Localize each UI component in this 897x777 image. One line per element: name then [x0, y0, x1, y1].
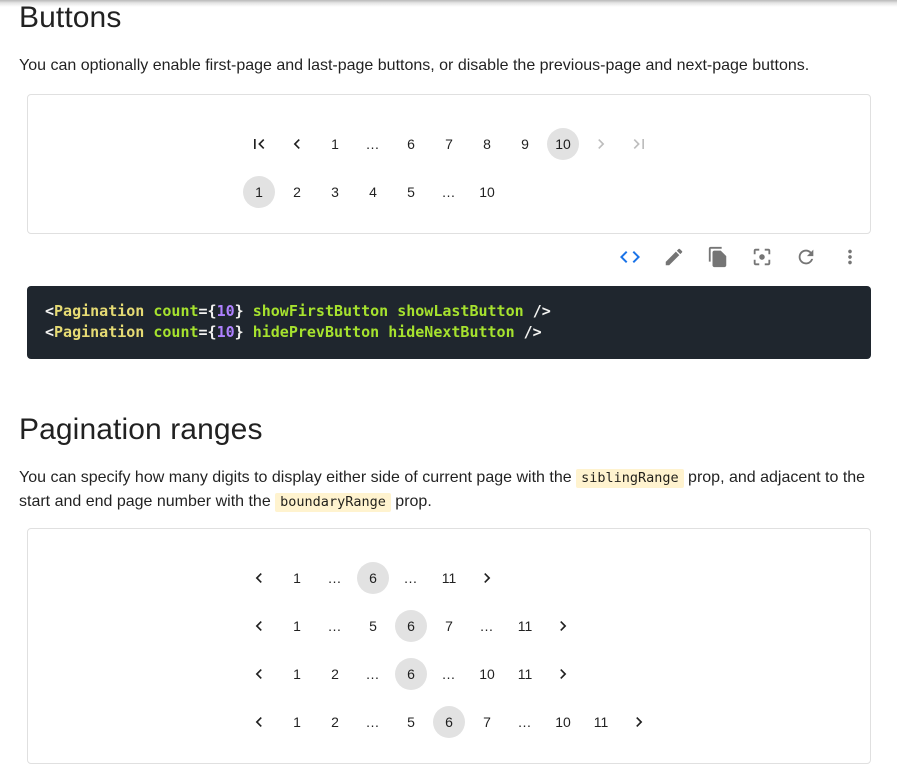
next-page-icon — [553, 616, 573, 636]
page-button[interactable]: 7 — [471, 706, 503, 738]
more-vert-icon[interactable] — [838, 245, 862, 269]
page-button-selected[interactable]: 6 — [433, 706, 465, 738]
last-page-button[interactable] — [623, 128, 655, 160]
prev-page-icon — [249, 568, 269, 588]
page-button[interactable]: 11 — [585, 706, 617, 738]
ranges-demo-frame: 1…6…111…567…1112…6…101112…567…1011 — [27, 528, 871, 764]
next-page-icon — [629, 712, 649, 732]
code-line: <Pagination count={10} showFirstButton s… — [45, 301, 853, 322]
prev-page-button[interactable] — [243, 706, 275, 738]
code-block: <Pagination count={10} showFirstButton s… — [27, 286, 871, 359]
prev-page-icon — [249, 616, 269, 636]
page-button[interactable]: 11 — [433, 562, 465, 594]
buttons-section-heading: Buttons — [19, 0, 876, 35]
page-button-selected[interactable]: 6 — [357, 562, 389, 594]
inline-code: siblingRange — [576, 469, 684, 488]
pagination-ellipsis: … — [319, 562, 351, 594]
next-page-icon — [477, 568, 497, 588]
page-button-selected[interactable]: 6 — [395, 610, 427, 642]
page-button[interactable]: 6 — [395, 128, 427, 160]
reset-focus-icon[interactable] — [750, 245, 774, 269]
code-line: <Pagination count={10} hidePrevButton hi… — [45, 322, 853, 343]
prev-page-icon — [287, 134, 307, 154]
page-button[interactable]: 5 — [395, 176, 427, 208]
pagination-row: 12345…10 — [240, 176, 506, 208]
page-button[interactable]: 5 — [395, 706, 427, 738]
page-button[interactable]: 10 — [547, 706, 579, 738]
page-button[interactable]: 4 — [357, 176, 389, 208]
prev-page-button[interactable] — [243, 658, 275, 690]
show-code-icon[interactable] — [618, 245, 642, 269]
page-button-selected[interactable]: 10 — [547, 128, 579, 160]
page-button[interactable]: 9 — [509, 128, 541, 160]
pagination-ellipsis: … — [319, 610, 351, 642]
buttons-section-description: You can optionally enable first-page and… — [19, 54, 876, 78]
prev-page-button[interactable] — [243, 562, 275, 594]
pagination-row: 1…6…11 — [240, 562, 506, 594]
ranges-demo-paginations: 1…6…111…567…1112…6…101112…567…1011 — [240, 562, 658, 738]
copy-icon[interactable] — [706, 245, 730, 269]
page-button[interactable]: 1 — [281, 562, 313, 594]
page-button[interactable]: 2 — [319, 706, 351, 738]
buttons-demo-paginations: 1…67891012345…10 — [240, 128, 658, 208]
page-button[interactable]: 7 — [433, 128, 465, 160]
page-button[interactable]: 7 — [433, 610, 465, 642]
page-button-selected[interactable]: 6 — [395, 658, 427, 690]
pagination-row: 1…678910 — [240, 128, 658, 160]
pagination-ellipsis: … — [509, 706, 541, 738]
ranges-section-heading: Pagination ranges — [19, 412, 876, 447]
pagination-row: 1…567…11 — [240, 610, 582, 642]
last-page-icon — [629, 134, 649, 154]
pagination-ellipsis: … — [433, 658, 465, 690]
page-button[interactable]: 5 — [357, 610, 389, 642]
page-button[interactable]: 11 — [509, 658, 541, 690]
page-button[interactable]: 11 — [509, 610, 541, 642]
prev-page-button[interactable] — [281, 128, 313, 160]
page-button[interactable]: 8 — [471, 128, 503, 160]
page-button[interactable]: 1 — [319, 128, 351, 160]
next-page-button[interactable] — [585, 128, 617, 160]
next-page-button[interactable] — [547, 658, 579, 690]
prev-page-icon — [249, 712, 269, 732]
page-button[interactable]: 1 — [281, 610, 313, 642]
pagination-row: 12…567…1011 — [240, 706, 658, 738]
page-button[interactable]: 10 — [471, 658, 503, 690]
next-page-button[interactable] — [623, 706, 655, 738]
page-button[interactable]: 10 — [471, 176, 503, 208]
pagination-ellipsis: … — [471, 610, 503, 642]
next-page-button[interactable] — [547, 610, 579, 642]
inline-code: boundaryRange — [275, 493, 391, 512]
page-button[interactable]: 1 — [281, 706, 313, 738]
first-page-button[interactable] — [243, 128, 275, 160]
pagination-ellipsis: … — [395, 562, 427, 594]
prev-page-button[interactable] — [243, 610, 275, 642]
buttons-demo-frame: 1…67891012345…10 — [27, 94, 871, 234]
next-page-icon — [591, 134, 611, 154]
next-page-button[interactable] — [471, 562, 503, 594]
pagination-ellipsis: … — [357, 658, 389, 690]
ranges-section-description: You can specify how many digits to displ… — [19, 466, 876, 514]
next-page-icon — [553, 664, 573, 684]
page-button[interactable]: 3 — [319, 176, 351, 208]
pagination-row: 12…6…1011 — [240, 658, 582, 690]
pagination-ellipsis: … — [357, 706, 389, 738]
prev-page-icon — [249, 664, 269, 684]
page-button[interactable]: 2 — [281, 176, 313, 208]
page-button[interactable]: 2 — [319, 658, 351, 690]
reset-demo-icon[interactable] — [794, 245, 818, 269]
page-button-selected[interactable]: 1 — [243, 176, 275, 208]
edit-icon[interactable] — [662, 245, 686, 269]
pagination-ellipsis: … — [433, 176, 465, 208]
pagination-ellipsis: … — [357, 128, 389, 160]
docs-content: Buttons You can optionally enable first-… — [0, 0, 897, 764]
page-button[interactable]: 1 — [281, 658, 313, 690]
demo-toolbar — [27, 235, 871, 279]
first-page-icon — [249, 134, 269, 154]
